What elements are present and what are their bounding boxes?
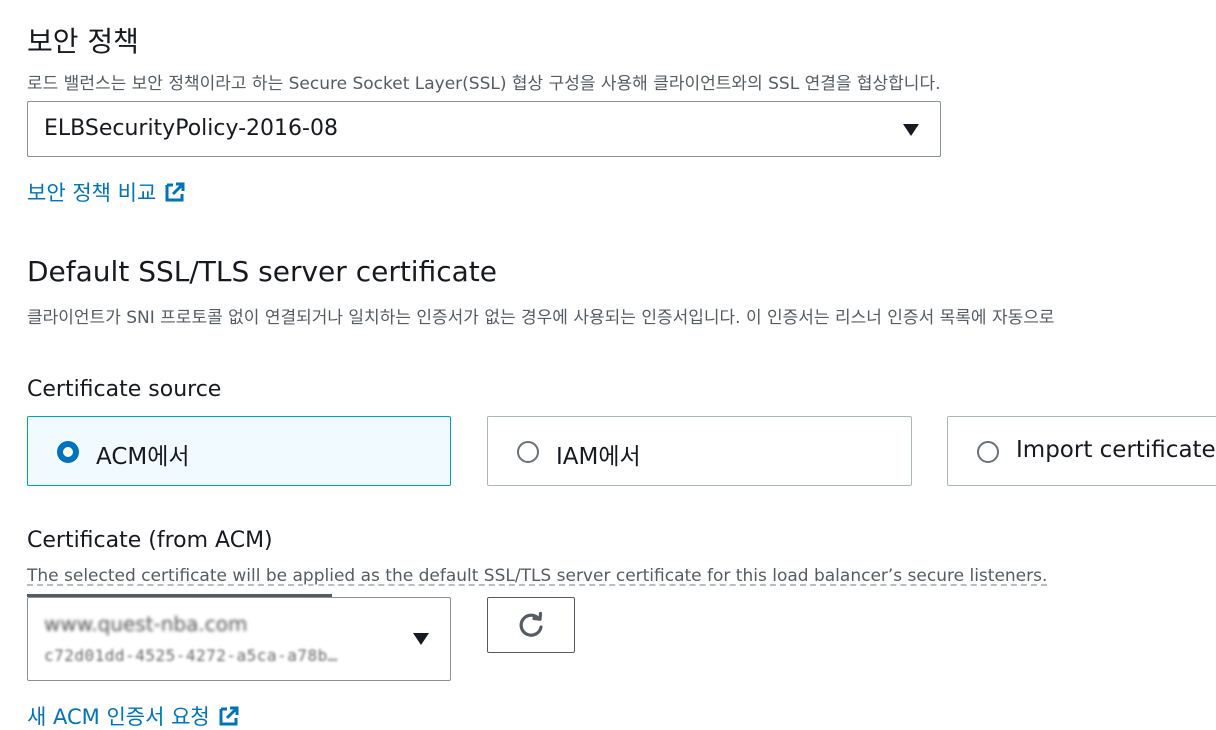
- radio-selected-icon[interactable]: [57, 441, 79, 463]
- certificate-acm-label: Certificate (from ACM): [27, 528, 273, 553]
- source-option-acm[interactable]: ACM에서: [27, 416, 451, 486]
- security-policy-description: 로드 밸런스는 보안 정책이라고 하는 Secure Socket Layer(…: [27, 74, 941, 94]
- caret-down-icon: [903, 124, 919, 136]
- certificate-id: c72d01dd-4525-4272-a5ca-a78b…: [44, 646, 338, 665]
- refresh-certificates-button[interactable]: [487, 597, 575, 653]
- certificate-select[interactable]: www.quest-nba.com c72d01dd-4525-4272-a5c…: [27, 597, 451, 681]
- external-link-icon: [165, 182, 185, 202]
- request-new-acm-certificate-label: 새 ACM 인증서 요청: [27, 705, 210, 729]
- certificate-source-label: Certificate source: [27, 377, 222, 402]
- source-option-import-label: Import certificate: [1016, 437, 1216, 463]
- radio-unselected-icon[interactable]: [517, 441, 539, 463]
- security-policy-select[interactable]: ELBSecurityPolicy-2016-08: [27, 101, 941, 157]
- default-cert-description: 클라이언트가 SNI 프로토콜 없이 연결되거나 일치하는 인증서가 없는 경우…: [27, 308, 1055, 328]
- default-cert-heading: Default SSL/TLS server certificate: [27, 255, 497, 288]
- external-link-icon: [219, 706, 239, 726]
- security-policy-value: ELBSecurityPolicy-2016-08: [44, 116, 338, 141]
- certificate-domain: www.quest-nba.com: [44, 612, 248, 636]
- certificate-acm-description: The selected certificate will be applied…: [27, 566, 1048, 586]
- listener-security-settings: 보안 정책 로드 밸런스는 보안 정책이라고 하는 Secure Socket …: [0, 0, 1216, 730]
- compare-security-policies-label: 보안 정책 비교: [27, 181, 157, 205]
- compare-security-policies-link[interactable]: 보안 정책 비교: [27, 177, 186, 207]
- source-option-acm-label: ACM에서: [96, 444, 190, 470]
- refresh-icon: [519, 611, 543, 637]
- radio-unselected-icon[interactable]: [977, 441, 999, 463]
- request-new-acm-certificate-link[interactable]: 새 ACM 인증서 요청: [27, 701, 240, 730]
- caret-down-icon: [413, 633, 429, 645]
- security-policy-heading: 보안 정책: [27, 25, 139, 58]
- source-option-iam[interactable]: IAM에서: [487, 416, 912, 486]
- source-option-import[interactable]: Import certificate: [947, 416, 1216, 486]
- source-option-iam-label: IAM에서: [556, 444, 641, 470]
